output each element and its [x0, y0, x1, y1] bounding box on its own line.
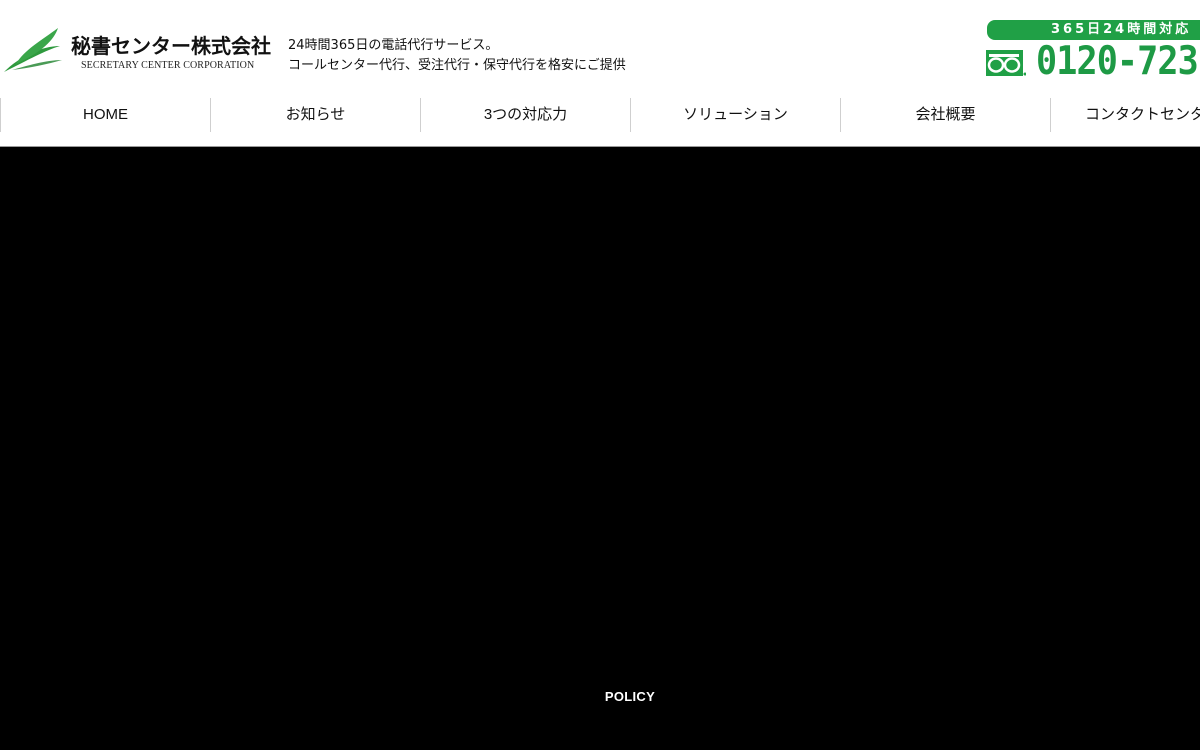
- nav-item-capabilities[interactable]: 3つの対応力: [420, 98, 630, 132]
- tagline-line-1: 24時間365日の電話代行サービス。: [288, 38, 499, 53]
- tagline-line-2: コールセンター代行、受注代行・保守代行を格安にご提供: [288, 58, 626, 73]
- hero-area: [0, 147, 1200, 750]
- company-name-jp: 秘書センター株式会社: [71, 34, 271, 58]
- nav-item-home[interactable]: HOME: [0, 98, 210, 132]
- tagline: 24時間365日の電話代行サービス。 コールセンター代行、受注代行・保守代行を格…: [288, 36, 626, 76]
- site-logo[interactable]: 秘書センター株式会社 SECRETARY CENTER CORPORATION: [2, 22, 272, 76]
- policy-link[interactable]: POLICY: [0, 689, 1200, 704]
- nav-item-company[interactable]: 会社概要: [840, 98, 1050, 132]
- leaf-logo-icon: [4, 28, 62, 72]
- phone-number[interactable]: 0120-723-: [1036, 39, 1200, 84]
- nav-item-solutions[interactable]: ソリューション: [630, 98, 840, 132]
- nav-item-contact-center[interactable]: コンタクトセンタ: [1050, 98, 1200, 132]
- hours-badge: 365日24時間対応: [987, 20, 1200, 40]
- company-name-en: SECRETARY CENTER CORPORATION: [81, 60, 255, 71]
- nav-item-news[interactable]: お知らせ: [210, 98, 420, 132]
- main-nav: HOME お知らせ 3つの対応力 ソリューション 会社概要 コンタクトセンタ: [0, 98, 1200, 147]
- freedial-icon: [986, 50, 1026, 76]
- site-header: 秘書センター株式会社 SECRETARY CENTER CORPORATION …: [0, 0, 1200, 98]
